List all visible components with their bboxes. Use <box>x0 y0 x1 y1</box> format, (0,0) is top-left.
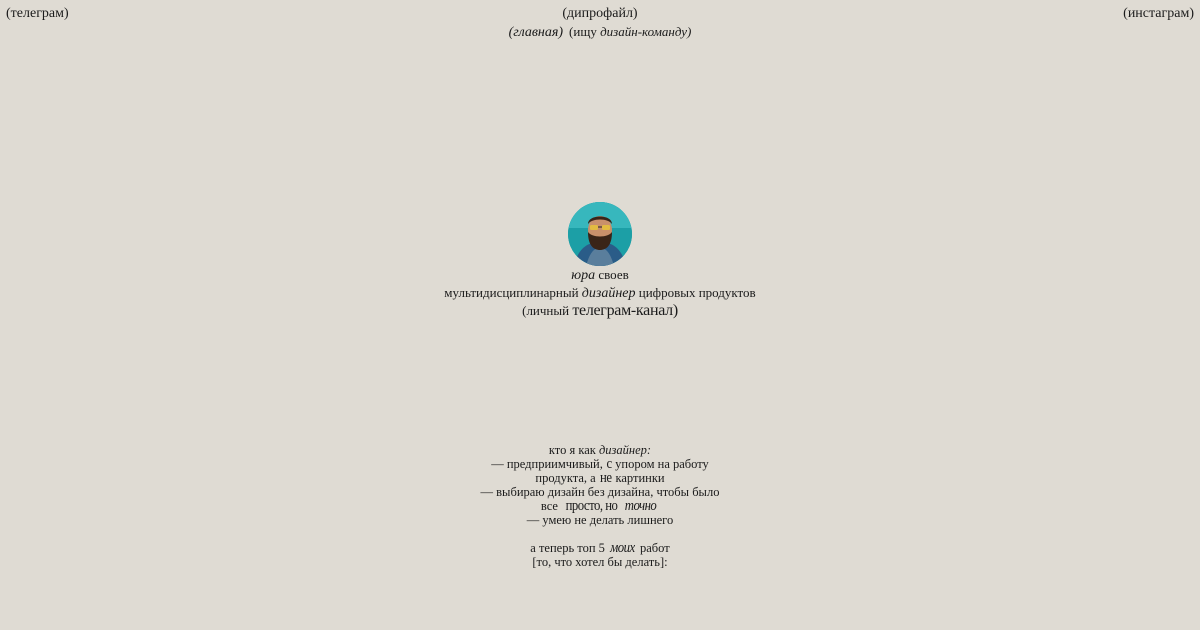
about-line-5: все просто, но точно <box>0 498 1200 514</box>
site-title[interactable]: (дипрофайл) <box>0 6 1200 22</box>
about-line-5-a: все <box>540 499 562 513</box>
profile-section: юра своев мультидисциплинарный дизайнер … <box>0 202 1200 319</box>
user-photo-avatar-icon <box>568 202 632 266</box>
profile-role: мультидисциплинарный дизайнер цифровых п… <box>0 284 1200 302</box>
works-heading-b: моих <box>610 540 635 556</box>
profile-name: юра своев <box>0 266 1200 284</box>
about-line-6: — умею не делать лишнего <box>526 513 674 527</box>
main-nav: (главная) (ищу дизайн-команду) <box>0 24 1200 41</box>
about-line-3-a: продукта, а <box>535 471 599 485</box>
role-suffix: цифровых продуктов <box>635 285 756 300</box>
last-name: своев <box>595 267 629 282</box>
about-line-2-b: с <box>606 456 612 472</box>
about-line-2: — предприимчивый, с упором на работу <box>0 456 1200 472</box>
nav-home-link[interactable]: (главная) <box>509 25 563 40</box>
profile-channel: (личный телеграм-канал) <box>0 302 1200 319</box>
works-subheading: [то, что хотел бы делать]: <box>532 555 668 569</box>
channel-prefix: (личный <box>522 303 573 318</box>
header: (дипрофайл) (главная) (ищу дизайн-команду… <box>0 6 1200 41</box>
role-prefix: мультидисциплинарный <box>444 285 582 300</box>
about-heading-text: кто я как <box>548 443 599 457</box>
nav-hiring-link[interactable]: (ищу дизайн-команду) <box>569 24 691 39</box>
about-line-4: — выбираю дизайн без дизайна, чтобы было <box>480 485 720 499</box>
avatar <box>568 202 632 266</box>
about-heading: кто я как дизайнер: <box>0 443 1200 457</box>
works-heading: а теперь топ 5 моих работ <box>0 540 1200 556</box>
about-heading-emphasis: дизайнер: <box>598 443 652 457</box>
about-line-3-b: не <box>599 470 612 486</box>
about-line-3: продукта, а не картинки <box>0 470 1200 486</box>
works-heading-c: работ <box>636 541 670 555</box>
about-line-2-c: упором на работу <box>612 457 709 471</box>
about-line-2-a: — предприимчивый, <box>491 457 606 471</box>
about-line-3-c: картинки <box>612 471 665 485</box>
about-line-5-b: просто, но <box>565 498 618 514</box>
role-emphasis: дизайнер <box>581 286 636 301</box>
about-line-5-c: точно <box>624 498 657 514</box>
about-section: кто я как дизайнер: — предприимчивый, с … <box>0 443 1200 569</box>
telegram-channel-link[interactable]: телеграм-канал) <box>572 302 678 319</box>
nav-hiring-emphasis: дизайн-команду) <box>600 24 692 39</box>
nav-hiring-text: (ищу <box>569 24 601 39</box>
first-name: юра <box>571 268 596 283</box>
works-heading-a: а теперь топ 5 <box>530 541 609 555</box>
